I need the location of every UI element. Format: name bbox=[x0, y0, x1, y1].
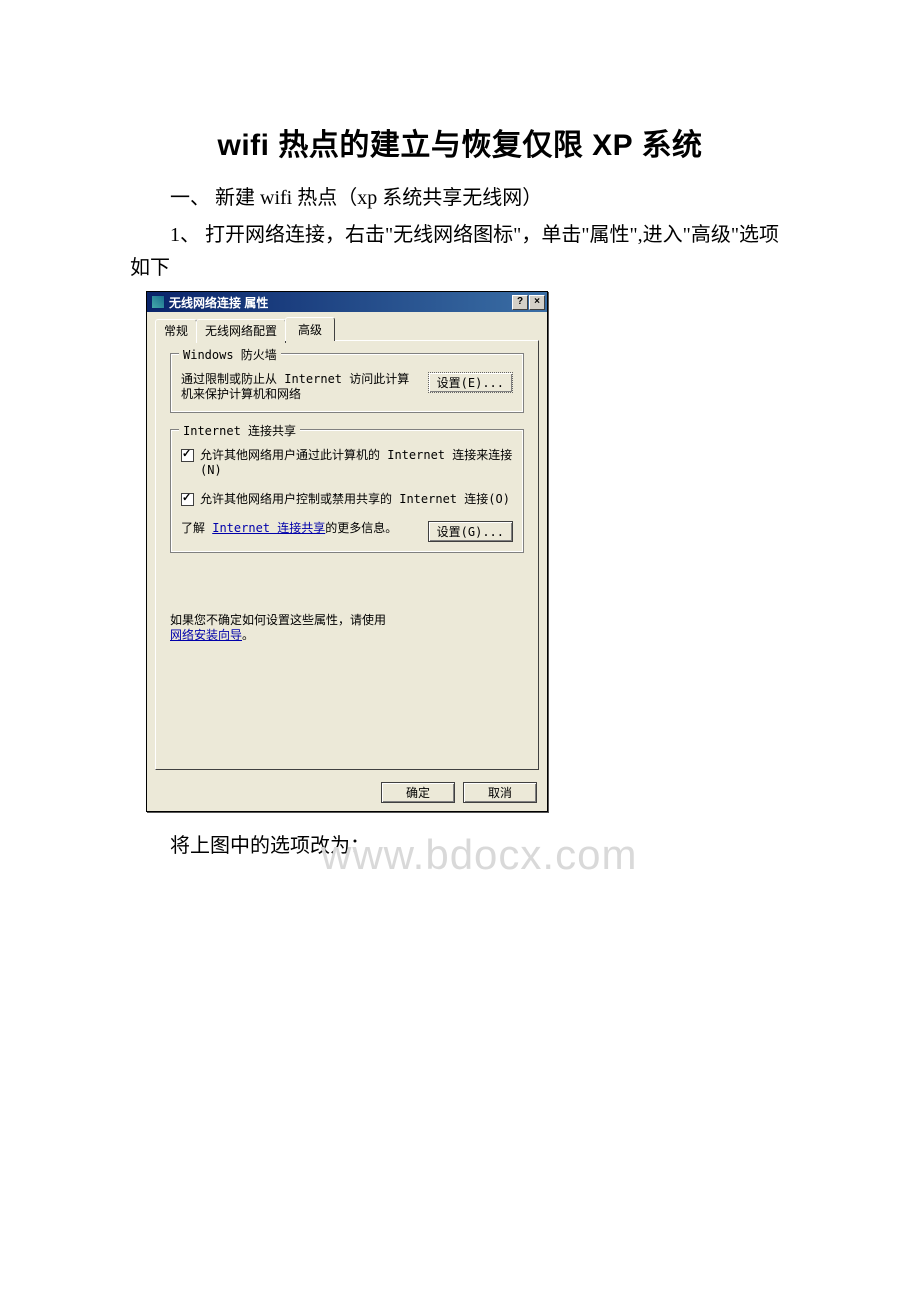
properties-dialog: 无线网络连接 属性 ? × 常规 无线网络配置 高级 Windows 防火墙 通 bbox=[146, 291, 548, 812]
tab-advanced[interactable]: 高级 bbox=[285, 317, 335, 341]
group-legend-firewall: Windows 防火墙 bbox=[179, 346, 281, 363]
ics-link[interactable]: Internet 连接共享 bbox=[212, 521, 325, 535]
network-setup-wizard-link[interactable]: 网络安装向导 bbox=[170, 628, 242, 642]
group-legend-ics: Internet 连接共享 bbox=[179, 422, 300, 439]
ics-more-info: 了解 Internet 连接共享的更多信息。 bbox=[181, 521, 418, 536]
firewall-description: 通过限制或防止从 Internet 访问此计算机来保护计算机和网络 bbox=[181, 372, 418, 402]
help-button[interactable]: ? bbox=[512, 295, 528, 310]
tab-general[interactable]: 常规 bbox=[155, 319, 197, 343]
dialog-button-bar: 确定 取消 bbox=[147, 776, 547, 811]
close-button[interactable]: × bbox=[529, 295, 545, 310]
wireless-icon bbox=[151, 295, 165, 309]
step-1-text: 1、 打开网络连接，右击"无线网络图标"，单击"属性",进入"高级"选项如下 bbox=[130, 219, 790, 285]
ics-settings-button[interactable]: 设置(G)... bbox=[428, 521, 513, 542]
tab-strip: 常规 无线网络配置 高级 bbox=[147, 312, 547, 340]
document-title: wifi 热点的建立与恢复仅限 XP 系统 bbox=[130, 120, 790, 164]
cancel-button[interactable]: 取消 bbox=[463, 782, 537, 803]
screenshot-dialog-wrap: www.bdocx.com 无线网络连接 属性 ? × 常规 无线网络配置 高级 bbox=[146, 291, 548, 812]
firewall-settings-button[interactable]: 设置(E)... bbox=[428, 372, 513, 393]
checkbox-allow-control-label: 允许其他网络用户控制或禁用共享的 Internet 连接(O) bbox=[200, 492, 513, 507]
wizard-hint: 如果您不确定如何设置这些属性，请使用 网络安装向导。 bbox=[170, 613, 524, 643]
checkbox-allow-control[interactable] bbox=[181, 493, 194, 506]
ics-more-suffix: 的更多信息。 bbox=[325, 521, 397, 535]
checkbox-allow-share[interactable] bbox=[181, 449, 194, 462]
hint-prefix: 如果您不确定如何设置这些属性，请使用 bbox=[170, 613, 386, 627]
group-windows-firewall: Windows 防火墙 通过限制或防止从 Internet 访问此计算机来保护计… bbox=[170, 353, 524, 413]
section-heading: 一、 新建 wifi 热点（xp 系统共享无线网） bbox=[130, 182, 790, 215]
group-internet-connection-sharing: Internet 连接共享 允许其他网络用户通过此计算机的 Internet 连… bbox=[170, 429, 524, 553]
caption-below-dialog: 将上图中的选项改为： bbox=[130, 830, 790, 863]
ok-button[interactable]: 确定 bbox=[381, 782, 455, 803]
checkbox-allow-share-label: 允许其他网络用户通过此计算机的 Internet 连接来连接(N) bbox=[200, 448, 513, 478]
hint-suffix: 。 bbox=[242, 628, 254, 642]
ics-more-prefix: 了解 bbox=[181, 521, 212, 535]
tab-panel-advanced: Windows 防火墙 通过限制或防止从 Internet 访问此计算机来保护计… bbox=[155, 340, 539, 770]
tab-wireless-config[interactable]: 无线网络配置 bbox=[196, 319, 286, 343]
dialog-title: 无线网络连接 属性 bbox=[169, 294, 268, 311]
dialog-titlebar: 无线网络连接 属性 ? × bbox=[147, 292, 547, 312]
